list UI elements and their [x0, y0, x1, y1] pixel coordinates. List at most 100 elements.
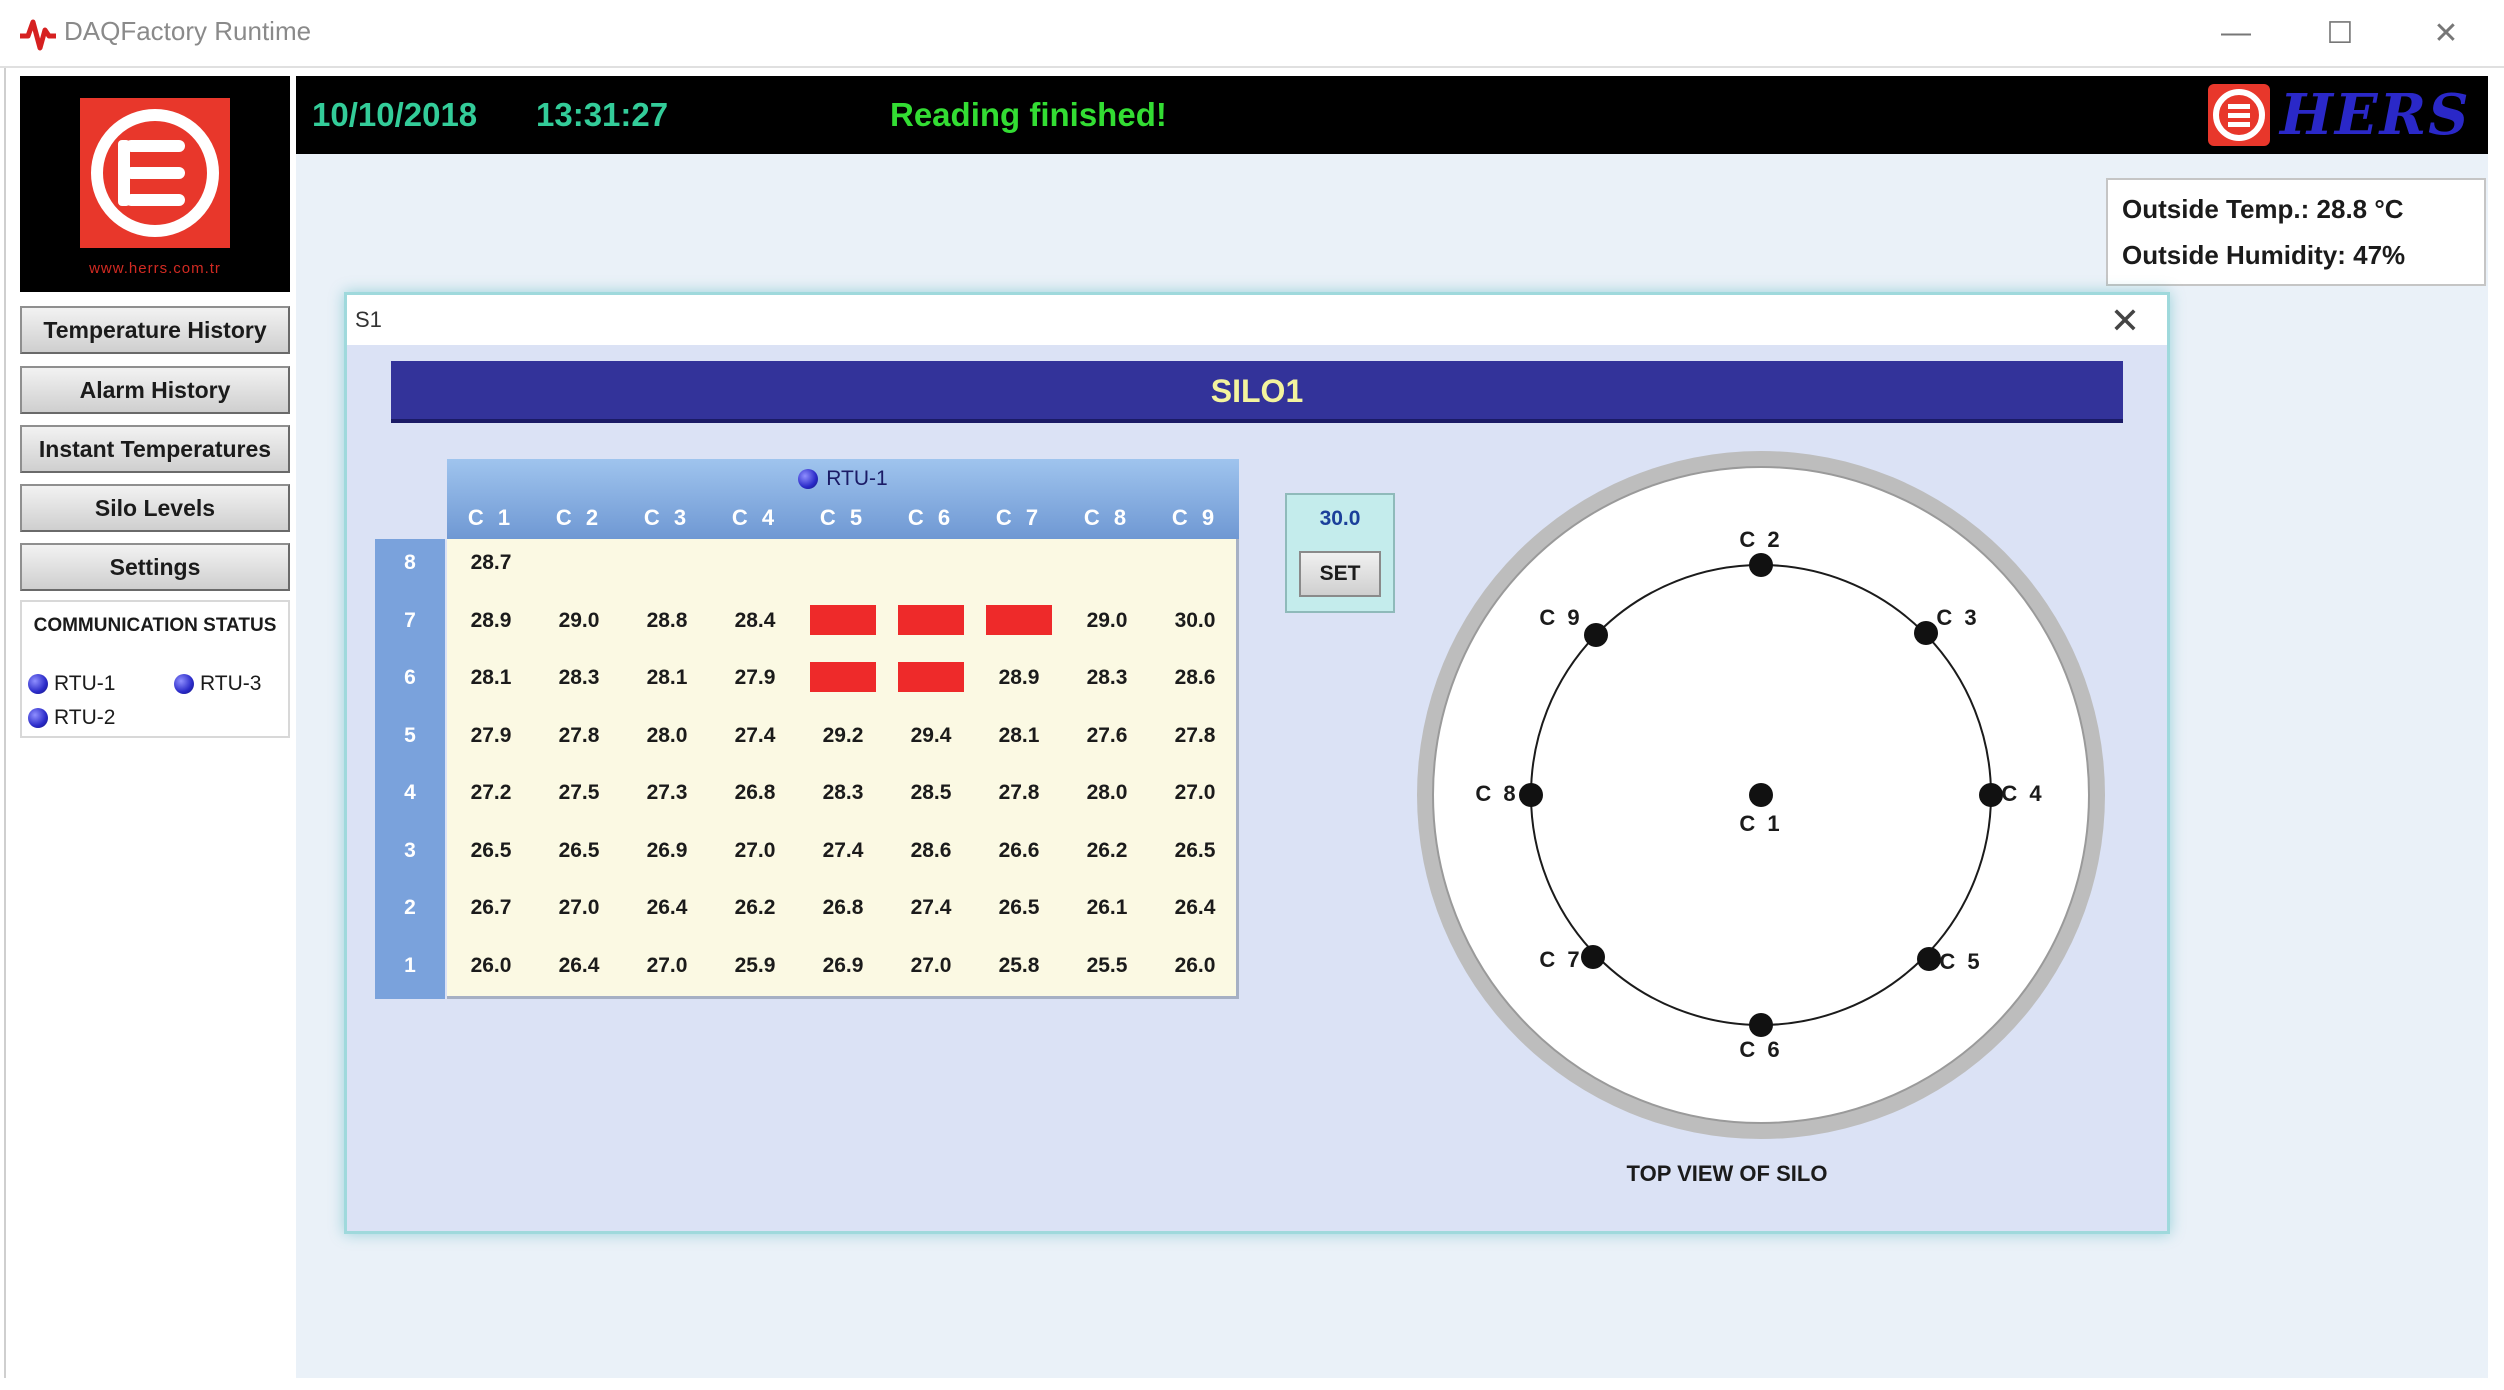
- row-header-column: 8 7 6 5 4 3 2 1: [375, 539, 445, 999]
- sensor-point[interactable]: [1581, 945, 1605, 969]
- temperature-cell: 28.7: [470, 551, 512, 574]
- temperature-cell: 30.0: [1174, 608, 1216, 632]
- top-view-label: TOP VIEW OF SILO: [1626, 1161, 1828, 1186]
- set-button[interactable]: SET: [1299, 551, 1381, 597]
- nav-instant-temperatures-button[interactable]: Instant Temperatures: [20, 425, 290, 473]
- sensor-point[interactable]: [1749, 1013, 1773, 1037]
- sensor-point[interactable]: [1917, 947, 1941, 971]
- column-header: C 7: [995, 505, 1043, 530]
- temperature-cell: 29.4: [910, 723, 952, 747]
- sensor-point[interactable]: [1914, 621, 1938, 645]
- temperature-cell: 26.1: [1086, 896, 1128, 919]
- temperature-cell: 26.4: [1174, 896, 1216, 919]
- temperature-cell: 27.9: [470, 723, 512, 747]
- temperature-cell: 27.0: [734, 838, 776, 862]
- temperature-cell: 27.3: [646, 781, 688, 804]
- logo-url: www.herrs.com.tr: [89, 260, 221, 277]
- temperature-cell-alarm: [810, 662, 876, 692]
- logo-emblem: [80, 98, 230, 248]
- temperature-cell: 26.6: [998, 838, 1040, 862]
- column-header: C 1: [467, 505, 515, 530]
- maximize-button[interactable]: ☐: [2310, 10, 2370, 56]
- brand-logo-text: HERS: [2280, 82, 2471, 148]
- temperature-cell: 26.5: [558, 838, 600, 862]
- rtu-label: RTU-2: [54, 706, 116, 729]
- sensor-point[interactable]: [1519, 783, 1543, 807]
- nav-settings-button[interactable]: Settings: [20, 543, 290, 591]
- temperature-cell: 27.2: [470, 781, 512, 804]
- temperature-cell: 26.8: [734, 781, 776, 804]
- temperature-cell: 28.1: [998, 723, 1040, 747]
- dialog-titlebar: S1 ✕: [347, 295, 2167, 345]
- temperature-cell: 26.4: [646, 896, 688, 919]
- sensor-point[interactable]: [1979, 783, 2003, 807]
- temperature-cell: 27.8: [558, 723, 600, 747]
- temperature-cell: 28.0: [646, 723, 688, 747]
- column-header: C 4: [731, 505, 779, 530]
- logo-mark-icon: [91, 109, 219, 237]
- temperature-cell: 26.0: [470, 953, 512, 977]
- temperature-cell: 26.9: [822, 953, 864, 977]
- sensor-point[interactable]: [1584, 623, 1608, 647]
- temperature-cell: 26.4: [558, 953, 600, 977]
- temperature-cell: 28.6: [1174, 666, 1216, 689]
- rtu-status-3: RTU-3: [174, 672, 261, 696]
- sensor-label: C 5: [1939, 949, 1982, 974]
- nav-temperature-history-button[interactable]: Temperature History: [20, 306, 290, 354]
- row-header: 4: [404, 781, 416, 804]
- rtu-label: RTU-1: [826, 467, 888, 490]
- company-logo: www.herrs.com.tr: [20, 76, 290, 292]
- close-button[interactable]: ✕: [2416, 10, 2476, 56]
- temperature-cell: 28.9: [998, 666, 1040, 689]
- status-bar: 10/10/2018 13:31:27 Reading finished! HE…: [296, 76, 2488, 154]
- row-header: 7: [404, 608, 416, 632]
- status-led-icon: [28, 708, 48, 728]
- status-message: Reading finished!: [890, 96, 1167, 133]
- nav-alarm-history-button[interactable]: Alarm History: [20, 366, 290, 414]
- sensor-point[interactable]: [1749, 783, 1773, 807]
- temperature-cell: 28.1: [646, 666, 688, 689]
- temperature-cell: 27.4: [734, 723, 776, 747]
- column-header: C 5: [819, 505, 867, 530]
- daqfactory-logo-icon: [20, 19, 56, 51]
- sensor-label: C 1: [1739, 811, 1782, 836]
- status-led-icon: [28, 674, 48, 694]
- row-header: 6: [404, 666, 416, 689]
- row-header: 1: [404, 953, 416, 977]
- sensor-point[interactable]: [1749, 553, 1773, 577]
- sensor-label: C 9: [1539, 605, 1582, 630]
- column-header: C 6: [907, 505, 955, 530]
- temperature-cell: 28.3: [1086, 666, 1128, 689]
- temperature-cell: 27.8: [998, 781, 1040, 804]
- status-led-icon: [174, 674, 194, 694]
- setpoint-value[interactable]: 30.0: [1287, 507, 1393, 531]
- temperature-cell: 29.0: [558, 608, 600, 632]
- column-header: C 8: [1083, 505, 1131, 530]
- dialog-close-button[interactable]: ✕: [2103, 299, 2147, 343]
- temperature-cell: 27.0: [646, 953, 688, 977]
- temperature-cell: 26.5: [470, 838, 512, 862]
- silo-banner: SILO1: [391, 361, 2123, 423]
- temperature-cell: 27.4: [822, 838, 864, 862]
- dialog-title: S1: [355, 307, 382, 332]
- sensor-label: C 4: [2001, 781, 2044, 806]
- minimize-button[interactable]: —: [2206, 10, 2266, 56]
- temperature-cell: 26.2: [734, 896, 776, 919]
- temperature-cell: 28.8: [646, 608, 688, 632]
- temperature-cell-alarm: [810, 604, 876, 635]
- sensor-label: C 6: [1739, 1037, 1782, 1062]
- nav-silo-levels-button[interactable]: Silo Levels: [20, 484, 290, 532]
- column-header: C 9: [1171, 505, 1219, 530]
- silo-top-view-diagram: C 1 C 2 C 3 C 4 C 5 C 6 C 7 C 8 C 9: [1417, 451, 2105, 1139]
- row-header: 3: [404, 838, 416, 862]
- window-title: DAQFactory Runtime: [64, 16, 312, 46]
- temperature-cell: 27.5: [558, 781, 600, 804]
- rtu-label: RTU-1: [54, 672, 116, 695]
- silo-dialog: S1 ✕ SILO1 RTU-1 C 1C 2C 3C 4C 5C 6C 7C …: [344, 292, 2170, 1234]
- status-time: 13:31:27: [536, 96, 669, 133]
- brand-emblem-icon: [2208, 84, 2270, 146]
- temperature-cell: 28.1: [470, 666, 512, 689]
- row-header: 5: [404, 723, 416, 747]
- temperature-cell: 26.0: [1174, 953, 1216, 977]
- rtu-label: RTU-3: [200, 672, 262, 695]
